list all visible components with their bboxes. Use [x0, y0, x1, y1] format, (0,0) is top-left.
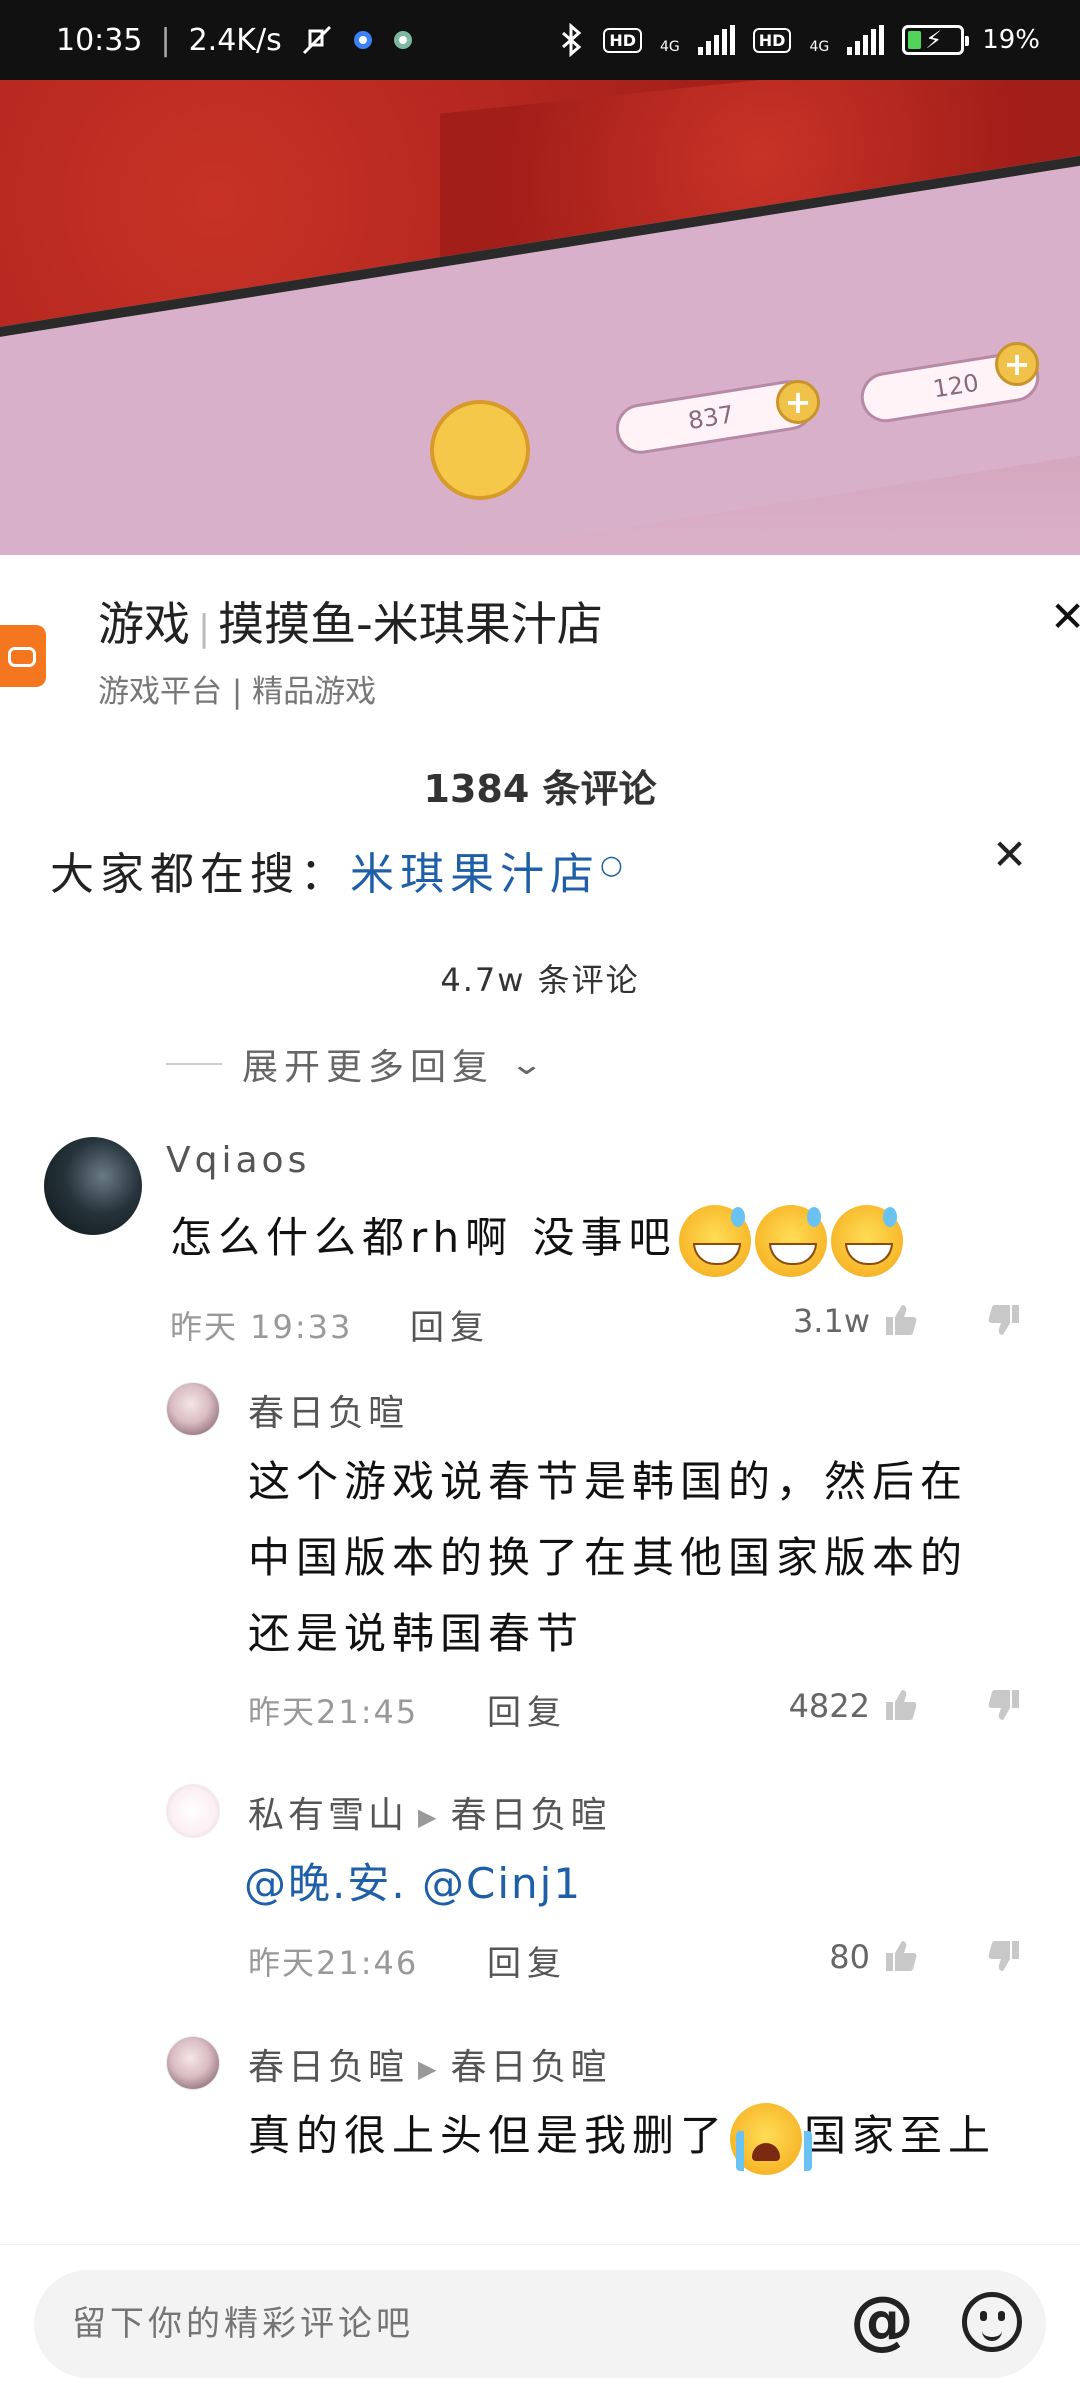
dislike-icon[interactable]: [985, 1300, 1025, 1340]
signal-icon: [697, 25, 735, 55]
battery-icon: ⚡: [902, 25, 970, 55]
mention-icon[interactable]: @: [850, 2284, 914, 2358]
comment-time: 昨天 19:33: [170, 1308, 353, 1346]
reply-arrow-icon: ▶: [418, 1803, 441, 1831]
network-speed: 2.4K/s: [188, 22, 282, 58]
avatar[interactable]: [166, 1382, 220, 1436]
signal-icon-2: [847, 25, 885, 55]
gamepad-icon: [0, 625, 46, 687]
search-suggestion[interactable]: 大家都在搜：米琪果汁店○: [50, 838, 629, 902]
like-count: 3.1w: [792, 1302, 870, 1340]
like-icon[interactable]: [880, 1936, 920, 1976]
reply-time: 昨天21:46: [248, 1944, 419, 1982]
dislike-icon[interactable]: [985, 1936, 1025, 1976]
reply-button[interactable]: 回复: [487, 1936, 567, 1985]
reply-text: 真的很上头但是我删了 国家至上: [248, 2098, 1038, 2175]
dislike-icon[interactable]: [985, 1685, 1025, 1725]
plus-icon: +: [776, 380, 820, 424]
emoji-icon[interactable]: [962, 2292, 1022, 2352]
reply-button[interactable]: 回复: [487, 1685, 567, 1734]
reply-username[interactable]: 春日负暄: [248, 1384, 408, 1436]
ad-subtitle: 游戏平台 | 精品游戏: [98, 674, 377, 710]
hd-badge-2: HD: [752, 27, 792, 53]
reply-username[interactable]: 私有雪山 ▶ 春日负暄: [248, 1786, 611, 1838]
mute-icon: [300, 23, 334, 57]
like-icon[interactable]: [880, 1300, 920, 1340]
battery-percent: 19%: [982, 25, 1040, 55]
avatar[interactable]: [166, 1784, 220, 1838]
crying-emoji: [730, 2102, 813, 2175]
close-icon[interactable]: ✕: [1050, 592, 1080, 641]
hd-badge: HD: [603, 27, 642, 53]
chevron-down-icon: ⌄: [508, 1046, 545, 1082]
grin-sweat-emoji: [678, 1204, 751, 1277]
reply-time: 昨天21:45: [248, 1693, 419, 1731]
comment-count: 1384 条评论: [423, 767, 657, 811]
reply-arrow-icon: ▶: [418, 2055, 441, 2083]
search-close-icon[interactable]: ✕: [992, 830, 1027, 879]
like-icon[interactable]: [880, 1685, 920, 1725]
grin-sweat-emoji: [830, 1204, 903, 1277]
search-icon: ○: [600, 850, 629, 881]
reply-button[interactable]: 回复: [410, 1300, 490, 1349]
reply-mentions[interactable]: @晚.安. @Cinj1: [244, 1846, 1004, 1922]
app-notification-icon: [352, 29, 374, 51]
plus-icon-2: +: [995, 342, 1039, 386]
app-notification-icon-2: [392, 29, 414, 51]
video-preview[interactable]: 837 + 120 +: [0, 80, 1080, 555]
grin-sweat-emoji: [754, 1204, 827, 1277]
reply-text: 这个游戏说春节是韩国的，然后在中国版本的换了在其他国家版本的还是说韩国春节: [248, 1457, 969, 1658]
ad-title[interactable]: 游戏 | 摸摸鱼-米琪果汁店: [98, 588, 603, 654]
comment-username[interactable]: Vqiaos: [166, 1140, 310, 1181]
status-time: 10:35: [56, 22, 143, 58]
reply-username[interactable]: 春日负暄 ▶ 春日负暄: [248, 2038, 611, 2090]
overlay-comment-count: 4.7w 条评论: [440, 961, 640, 999]
comment-text: 怎么什么都rh啊 没事吧: [170, 1200, 1070, 1277]
avatar[interactable]: [44, 1137, 142, 1235]
avatar[interactable]: [166, 2036, 220, 2090]
sun-icon: [430, 400, 530, 500]
status-bar: 10:35 | 2.4K/s HD 4G HD 4G ⚡ 19%: [0, 0, 1080, 80]
search-keyword[interactable]: 米琪果汁店: [350, 849, 600, 900]
expand-more-replies[interactable]: 展开更多回复 ⌄: [166, 1038, 544, 1090]
like-count: 80: [829, 1938, 870, 1976]
like-count: 4822: [788, 1687, 870, 1725]
bluetooth-icon: [559, 23, 585, 57]
